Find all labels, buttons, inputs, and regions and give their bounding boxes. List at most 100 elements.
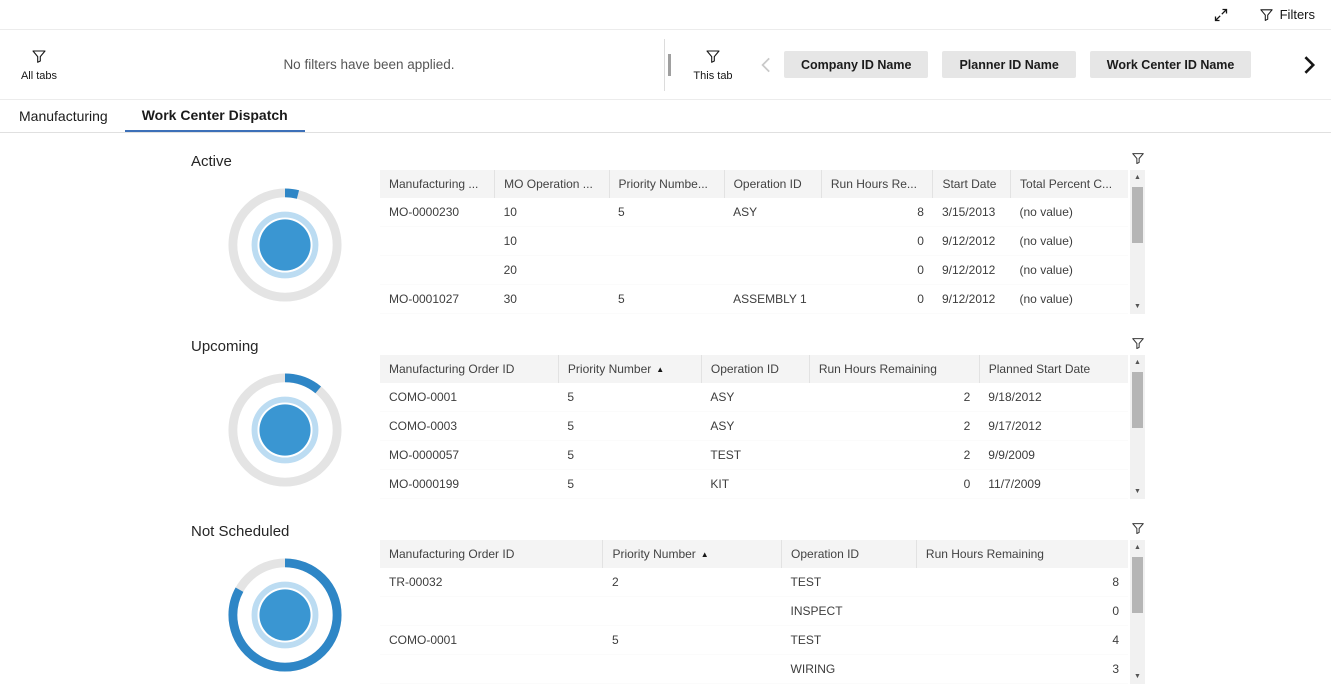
scroll-up-button[interactable]: ▲ (1130, 170, 1145, 185)
table-row[interactable]: COMO-00035ASY29/17/2012 (380, 412, 1128, 441)
table-row[interactable]: COMO-00015ASY29/18/2012 (380, 383, 1128, 412)
table-cell (603, 597, 782, 626)
table-cell: MO-0001027 (380, 285, 495, 314)
scrollbar-track[interactable] (1130, 185, 1145, 299)
table-cell: 2 (603, 568, 782, 597)
table-cell: TR-00032 (380, 568, 603, 597)
filter-funnel-icon (1259, 7, 1274, 22)
table-cell: 9/17/2012 (979, 412, 1128, 441)
filter-chip[interactable]: Work Center ID Name (1090, 51, 1252, 78)
scrollbar-thumb[interactable] (1132, 557, 1143, 613)
scroll-up-button[interactable]: ▲ (1130, 540, 1145, 555)
column-header[interactable]: Manufacturing ... (380, 170, 495, 198)
table-cell: TEST (782, 568, 917, 597)
filter-chip[interactable]: Company ID Name (784, 51, 928, 78)
this-tab-filter-button[interactable]: This tab (674, 48, 752, 82)
dashboard-content: Active Manufacturing ...MO Operation ...… (0, 133, 1331, 694)
table-cell: 5 (609, 198, 724, 227)
scroll-down-button[interactable]: ▼ (1130, 299, 1145, 314)
table-header-row: Manufacturing ...MO Operation ...Priorit… (380, 170, 1128, 198)
section-filter-icon[interactable] (1131, 151, 1145, 169)
filter-bar: All tabs No filters have been applied. T… (0, 30, 1331, 100)
table-row[interactable]: MO-0000230105ASY83/15/2013(no value) (380, 198, 1128, 227)
table-scrollbar[interactable]: ▲ ▼ (1130, 540, 1145, 684)
column-header[interactable]: Operation ID (724, 170, 821, 198)
table-row[interactable]: 1009/12/2012(no value) (380, 227, 1128, 256)
section-filter-icon[interactable] (1131, 521, 1145, 539)
table-cell: 9/12/2012 (933, 227, 1011, 256)
column-header[interactable]: Manufacturing Order ID (380, 540, 603, 568)
table-cell: 9/18/2012 (979, 383, 1128, 412)
table-scrollbar[interactable]: ▲ ▼ (1130, 170, 1145, 314)
column-header[interactable]: Priority Number▲ (558, 355, 701, 383)
table-row[interactable]: MO-0001027305ASSEMBLY 109/12/2012(no val… (380, 285, 1128, 314)
table-cell: 2 (809, 412, 979, 441)
dashboard-section: Not Scheduled Manufacturing Order IDPrio… (0, 509, 1331, 694)
section-title: Active (191, 153, 380, 170)
table-cell: 10 (495, 198, 609, 227)
table-header-row: Manufacturing Order IDPriority Number▲Op… (380, 355, 1128, 383)
filter-chips: Company ID Name Planner ID Name Work Cente… (782, 51, 1293, 78)
scrollbar-thumb[interactable] (1132, 187, 1143, 243)
gauge-center-circle (259, 589, 310, 640)
table-row[interactable]: MO-00000575TEST29/9/2009 (380, 441, 1128, 470)
table-cell: 30 (495, 285, 609, 314)
table-scrollbar[interactable]: ▲ ▼ (1130, 355, 1145, 499)
sort-ascending-icon: ▲ (656, 365, 664, 374)
column-header[interactable]: MO Operation ... (495, 170, 609, 198)
table-cell: 3/15/2013 (933, 198, 1011, 227)
gauge-chart[interactable] (226, 186, 344, 304)
scroll-down-button[interactable]: ▼ (1130, 669, 1145, 684)
scrollbar-track[interactable] (1130, 370, 1145, 484)
scroll-up-button[interactable]: ▲ (1130, 355, 1145, 370)
column-header[interactable]: Priority Numbe... (609, 170, 724, 198)
gauge-chart[interactable] (226, 371, 344, 489)
dashboard-section: Upcoming Manufacturing Order IDPriority … (0, 324, 1331, 509)
table-cell: 9/12/2012 (933, 256, 1011, 285)
column-header[interactable]: Priority Number▲ (603, 540, 782, 568)
table-header-row: Manufacturing Order IDPriority Number▲Op… (380, 540, 1128, 568)
table-row[interactable]: WIRING3 (380, 655, 1128, 684)
column-header[interactable]: Planned Start Date (979, 355, 1128, 383)
column-header[interactable]: Total Percent C... (1011, 170, 1128, 198)
chevron-right-icon[interactable] (1293, 52, 1323, 78)
tab-work-center-dispatch[interactable]: Work Center Dispatch (125, 100, 305, 132)
table-row[interactable]: INSPECT0 (380, 597, 1128, 626)
scrollbar-thumb[interactable] (1132, 372, 1143, 428)
tab-manufacturing[interactable]: Manufacturing (2, 100, 125, 132)
column-header[interactable]: Start Date (933, 170, 1011, 198)
column-header[interactable]: Run Hours Remaining (809, 355, 979, 383)
table-cell: 5 (558, 441, 701, 470)
table-cell: ASY (724, 198, 821, 227)
filter-funnel-icon (705, 48, 721, 67)
table-row[interactable]: TR-000322TEST8 (380, 568, 1128, 597)
column-header[interactable]: Manufacturing Order ID (380, 355, 558, 383)
table-cell: 5 (558, 470, 701, 499)
table-cell: 8 (916, 568, 1128, 597)
column-header[interactable]: Run Hours Remaining (916, 540, 1128, 568)
scrollbar-track[interactable] (1130, 555, 1145, 669)
filter-chip[interactable]: Planner ID Name (942, 51, 1075, 78)
table-cell: 0 (809, 470, 979, 499)
table-cell: 0 (916, 597, 1128, 626)
table-cell (724, 227, 821, 256)
section-filter-icon[interactable] (1131, 336, 1145, 354)
gauge-chart[interactable] (226, 556, 344, 674)
column-header[interactable]: Operation ID (701, 355, 809, 383)
no-filters-message: No filters have been applied. (78, 57, 660, 72)
panel-divider-handle[interactable] (660, 30, 674, 99)
scroll-down-button[interactable]: ▼ (1130, 484, 1145, 499)
expand-icon[interactable] (1213, 7, 1229, 23)
dashboard-section: Active Manufacturing ...MO Operation ...… (0, 139, 1331, 324)
column-header[interactable]: Operation ID (782, 540, 917, 568)
chevron-left-icon[interactable] (752, 54, 782, 76)
table-row[interactable]: 2009/12/2012(no value) (380, 256, 1128, 285)
table-row[interactable]: COMO-00015TEST4 (380, 626, 1128, 655)
column-header[interactable]: Run Hours Re... (821, 170, 933, 198)
filters-label: Filters (1280, 7, 1315, 22)
table-cell: COMO-0001 (380, 383, 558, 412)
filters-button[interactable]: Filters (1259, 7, 1315, 22)
table-row[interactable]: MO-00001995KIT011/7/2009 (380, 470, 1128, 499)
all-tabs-filter-button[interactable]: All tabs (0, 48, 78, 82)
table-cell: 9/12/2012 (933, 285, 1011, 314)
